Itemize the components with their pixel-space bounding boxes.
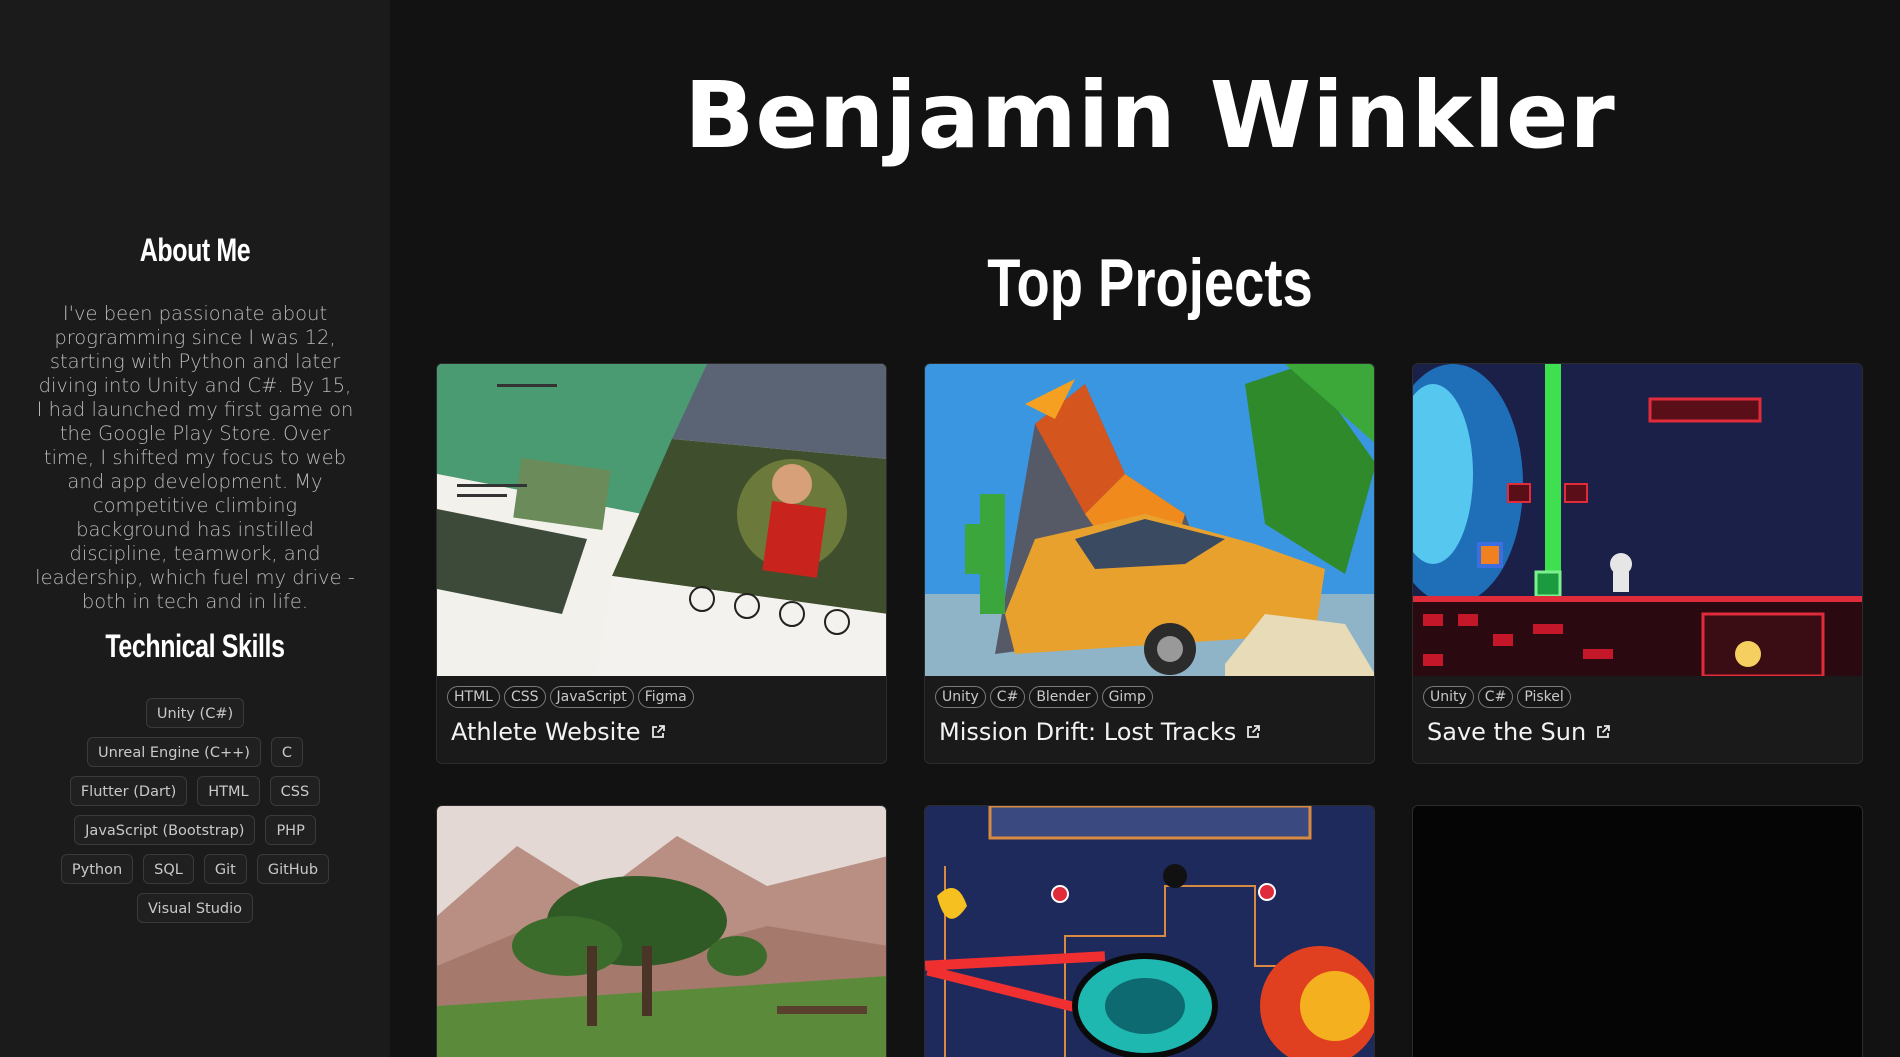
- project-screenshot: [925, 364, 1374, 676]
- project-link-athlete-website[interactable]: Athlete Website: [451, 718, 666, 746]
- tech-tag: Figma: [637, 686, 694, 708]
- skills-list: Unity (C#) Unreal Engine (C++) C Flutter…: [60, 698, 330, 923]
- skill-badge: Unity (C#): [145, 698, 245, 728]
- skill-badge: Visual Studio: [136, 893, 254, 923]
- technical-skills-heading: Technical Skills: [105, 628, 285, 664]
- top-projects-heading: Top Projects: [987, 245, 1313, 321]
- project-card[interactable]: [924, 805, 1375, 1057]
- project-screenshot: [925, 806, 1374, 1057]
- sidebar: About Me I've been passionate about prog…: [0, 0, 390, 1057]
- skill-badge: CSS: [269, 776, 321, 806]
- about-me-heading: About Me: [139, 232, 251, 268]
- tag-list: Unity C# Blender Gimp: [935, 686, 1153, 708]
- skill-badge: SQL: [143, 854, 194, 884]
- page: About Me I've been passionate about prog…: [0, 0, 1900, 1057]
- project-card-athlete-website[interactable]: HTML CSS JavaScript Figma Athlete Websit…: [436, 363, 887, 764]
- skill-badge: Git: [203, 854, 247, 884]
- tech-tag: Blender: [1029, 686, 1098, 708]
- project-card-mission-drift[interactable]: Unity C# Blender Gimp Mission Drift: Los…: [924, 363, 1375, 764]
- external-link-icon: [1247, 725, 1261, 738]
- skill-badge: HTML: [197, 776, 260, 806]
- tag-list: HTML CSS JavaScript Figma: [447, 686, 694, 708]
- project-title: Save the Sun: [1427, 718, 1587, 746]
- external-link-icon: [651, 725, 665, 738]
- skill-badge: GitHub: [256, 854, 330, 884]
- project-card[interactable]: [1412, 805, 1863, 1057]
- skill-badge: C: [270, 737, 304, 767]
- project-card-save-the-sun[interactable]: Unity C# Piskel Save the Sun: [1412, 363, 1863, 764]
- skill-badge: JavaScript (Bootstrap): [74, 815, 256, 845]
- tech-tag: Gimp: [1101, 686, 1153, 708]
- project-screenshot: [1413, 364, 1862, 676]
- project-link-mission-drift[interactable]: Mission Drift: Lost Tracks: [939, 718, 1261, 746]
- project-screenshot: [437, 806, 886, 1057]
- tech-tag: CSS: [503, 686, 546, 708]
- tech-tag: C#: [1477, 686, 1514, 708]
- project-screenshot: [437, 364, 886, 676]
- about-me-text: I've been passionate about programming s…: [35, 302, 355, 613]
- tech-tag: HTML: [447, 686, 500, 708]
- project-title: Athlete Website: [451, 718, 641, 746]
- skill-badge: PHP: [265, 815, 316, 845]
- tech-tag: Piskel: [1517, 686, 1571, 708]
- project-title: Mission Drift: Lost Tracks: [939, 718, 1237, 746]
- tech-tag: Unity: [1423, 686, 1474, 708]
- site-title: Benjamin Winkler: [684, 62, 1616, 169]
- project-card[interactable]: [436, 805, 887, 1057]
- tech-tag: Unity: [935, 686, 986, 708]
- tag-list: Unity C# Piskel: [1423, 686, 1571, 708]
- project-link-save-the-sun[interactable]: Save the Sun: [1427, 718, 1611, 746]
- skill-badge: Python: [60, 854, 134, 884]
- skill-badge: Unreal Engine (C++): [86, 737, 261, 767]
- skill-badge: Flutter (Dart): [69, 776, 188, 806]
- external-link-icon: [1597, 725, 1611, 738]
- main-content: Benjamin Winkler Top Projects HTML CSS J…: [390, 0, 1900, 1057]
- tech-tag: C#: [989, 686, 1026, 708]
- tech-tag: JavaScript: [549, 686, 634, 708]
